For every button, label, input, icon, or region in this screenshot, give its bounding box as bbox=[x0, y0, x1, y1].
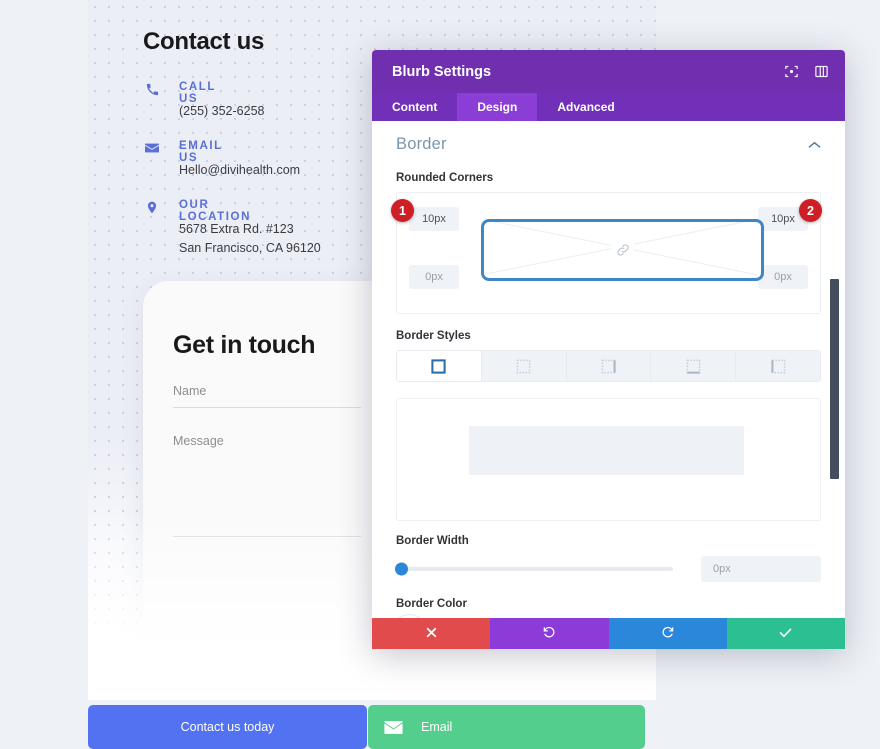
contact-label: EMAIL US bbox=[179, 140, 223, 164]
contact-us-today-button[interactable]: Contact us today bbox=[88, 705, 367, 749]
element-preview-box bbox=[396, 398, 821, 521]
map-pin-icon bbox=[143, 198, 161, 216]
modal-tabs: Content Design Advanced bbox=[372, 93, 845, 121]
name-input[interactable]: Name bbox=[173, 384, 361, 408]
scrollbar-thumb[interactable] bbox=[830, 279, 839, 479]
bottom-right-corner-input[interactable]: 0px bbox=[758, 265, 808, 289]
modal-action-bar bbox=[372, 618, 845, 649]
redo-button[interactable] bbox=[608, 618, 727, 649]
cta-label: Contact us today bbox=[180, 720, 275, 734]
envelope-icon bbox=[143, 139, 161, 157]
envelope-icon bbox=[384, 720, 403, 735]
annotation-badge-2: 2 bbox=[799, 199, 822, 222]
phone-icon bbox=[143, 80, 161, 98]
annotation-badge-1: 1 bbox=[391, 199, 414, 222]
preview-inner-block bbox=[469, 426, 744, 475]
border-width-label: Border Width bbox=[396, 535, 469, 547]
bottom-left-corner-input[interactable]: 0px bbox=[409, 265, 459, 289]
redo-arrow-icon bbox=[661, 625, 675, 642]
modal-header: Blurb Settings bbox=[372, 50, 845, 93]
contact-value-secondary: San Francisco, CA 96120 bbox=[179, 241, 321, 255]
top-left-corner-input[interactable]: 10px bbox=[409, 207, 459, 231]
tab-advanced[interactable]: Advanced bbox=[537, 93, 634, 121]
border-top-icon[interactable] bbox=[481, 351, 567, 381]
layout-panel-icon[interactable] bbox=[810, 61, 832, 83]
contact-value: Hello@divihealth.com bbox=[179, 163, 301, 177]
undo-button[interactable] bbox=[490, 618, 609, 649]
email-button[interactable]: Email bbox=[368, 705, 645, 749]
message-input[interactable]: Message bbox=[173, 434, 361, 537]
border-width-slider[interactable] bbox=[395, 562, 673, 576]
slider-handle[interactable] bbox=[395, 562, 408, 576]
undo-arrow-icon bbox=[542, 625, 556, 642]
blurb-settings-modal: Blurb Settings Content Design Advanced B… bbox=[372, 50, 845, 649]
rounded-corners-control: 10px 10px 0px 0px bbox=[396, 192, 821, 314]
form-title: Get in touch bbox=[173, 331, 316, 359]
modal-body: Border Rounded Corners 10px 10px 0px 0px bbox=[372, 121, 845, 618]
contact-value: 5678 Extra Rd. #123 bbox=[179, 222, 294, 236]
page-title: Contact us bbox=[143, 28, 265, 55]
border-left-icon[interactable] bbox=[736, 351, 820, 381]
cta-label: Email bbox=[421, 720, 453, 734]
modal-scrollbar[interactable] bbox=[830, 121, 839, 618]
chevron-up-icon[interactable] bbox=[808, 138, 821, 152]
link-icon[interactable] bbox=[611, 239, 634, 261]
tab-design[interactable]: Design bbox=[457, 93, 538, 121]
border-width-control: 0px bbox=[395, 556, 821, 582]
settings-scroll-area: Border Rounded Corners 10px 10px 0px 0px bbox=[372, 121, 845, 618]
modal-title: Blurb Settings bbox=[392, 63, 492, 80]
tab-content[interactable]: Content bbox=[372, 93, 457, 121]
border-section-title: Border bbox=[396, 135, 447, 153]
contact-label: OUR LOCATION bbox=[179, 199, 251, 223]
border-right-icon[interactable] bbox=[566, 351, 652, 381]
checkmark-icon bbox=[778, 625, 793, 643]
cancel-button[interactable] bbox=[372, 618, 491, 649]
border-styles-label: Border Styles bbox=[396, 330, 471, 342]
border-width-input[interactable]: 0px bbox=[701, 556, 821, 582]
contact-value: (255) 352-6258 bbox=[179, 104, 265, 118]
border-all-icon[interactable] bbox=[397, 351, 482, 381]
left-gutter bbox=[0, 0, 88, 745]
contact-label: CALL US bbox=[179, 81, 216, 105]
save-button[interactable] bbox=[726, 618, 845, 649]
border-bottom-icon[interactable] bbox=[651, 351, 737, 381]
border-color-label: Border Color bbox=[396, 598, 467, 610]
border-styles-selector bbox=[396, 350, 821, 382]
border-section-header[interactable]: Border bbox=[396, 121, 821, 160]
rounded-corners-label: Rounded Corners bbox=[396, 172, 494, 184]
close-x-icon bbox=[425, 626, 438, 642]
corner-preview-box bbox=[481, 219, 764, 281]
focus-target-icon[interactable] bbox=[780, 61, 802, 83]
